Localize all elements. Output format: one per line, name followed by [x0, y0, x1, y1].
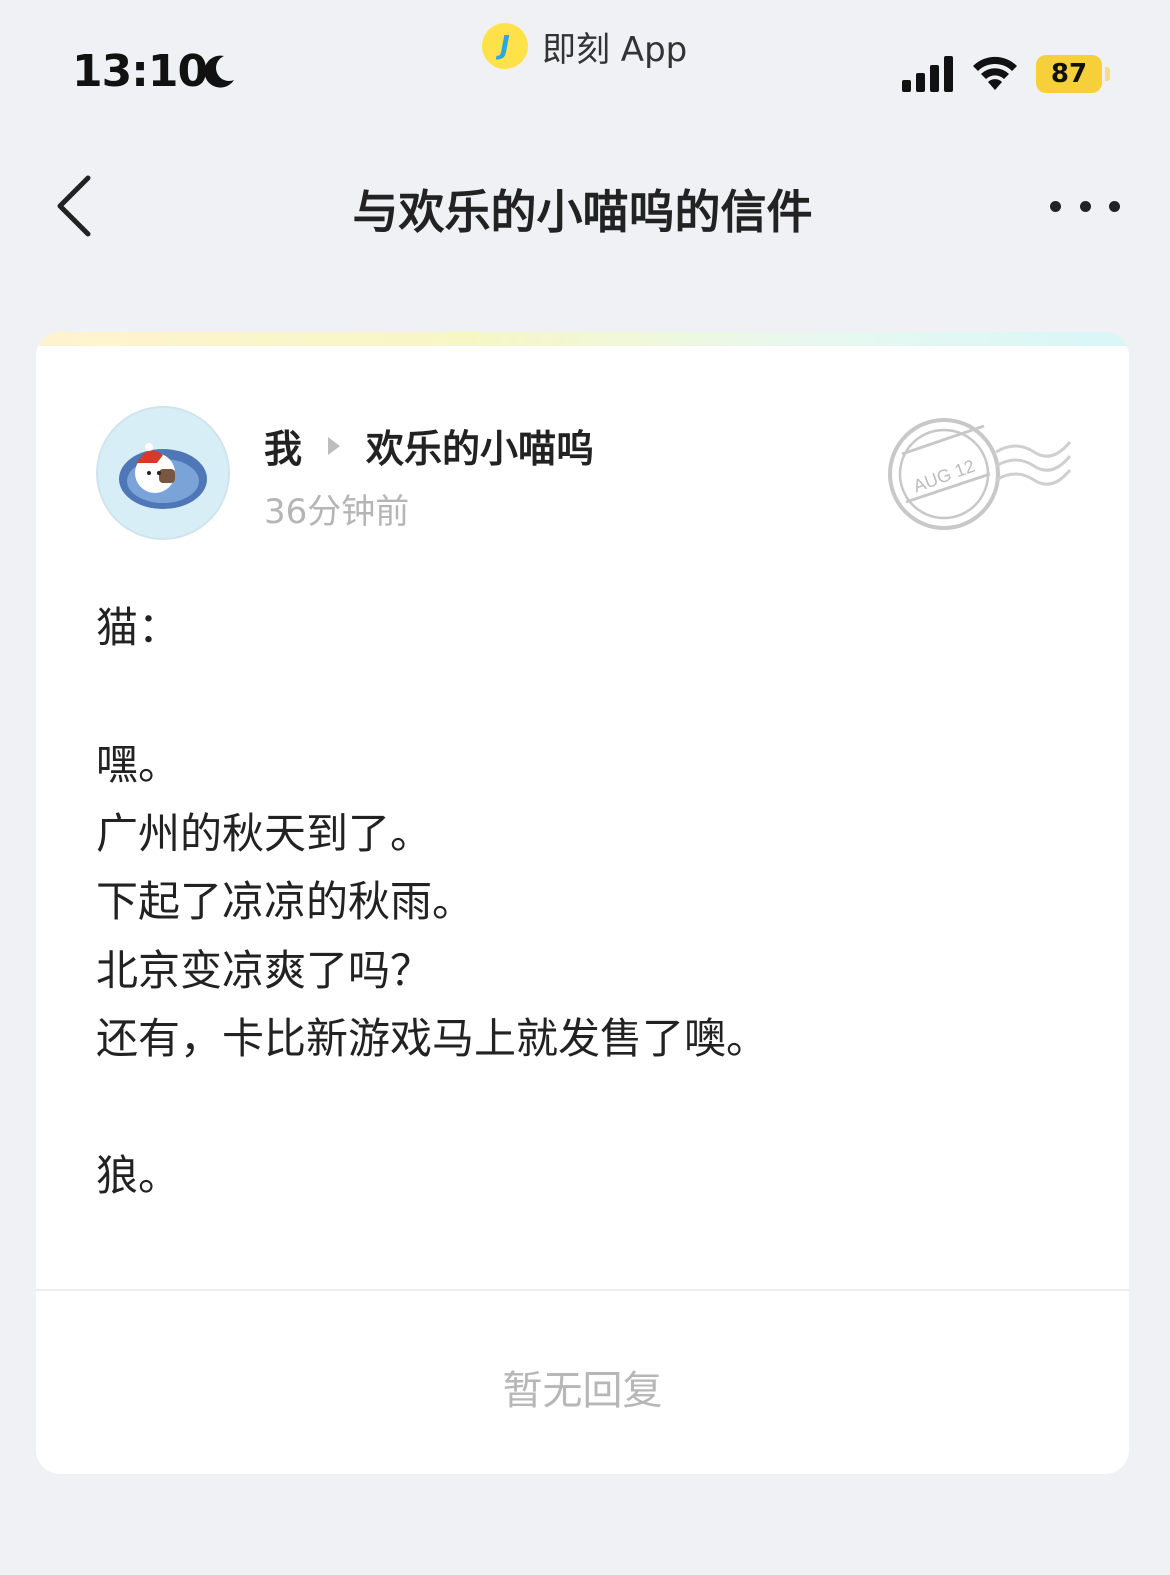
more-icon[interactable] — [1050, 188, 1120, 224]
letter-body: 猫： 嘿。 广州的秋天到了。 下起了凉凉的秋雨。 北京变凉爽了吗？ 还有，卡比新… — [96, 603, 769, 1200]
status-bar: 13:10 J 即刻 App 87 — [0, 0, 1170, 130]
card-top-stripe — [36, 332, 1129, 346]
letter-card: 我 欢乐的小喵呜 36分钟前 AUG 12 猫： 嘿。 广州的秋天到了。 下起了… — [36, 332, 1129, 1474]
more-dot — [1109, 200, 1120, 212]
avatar-cat-icon — [119, 443, 207, 509]
sender-name[interactable]: 我 — [264, 418, 302, 473]
signal-icon — [902, 56, 953, 92]
moon-icon — [204, 55, 234, 88]
recipient-name[interactable]: 欢乐的小喵呜 — [366, 418, 594, 473]
more-dot — [1079, 200, 1091, 212]
wifi-icon — [973, 56, 1017, 90]
avatar[interactable] — [96, 406, 230, 540]
battery-level: 87 — [1050, 59, 1088, 89]
jike-logo-icon: J — [482, 23, 528, 69]
postmark-stamp-icon: AUG 12 — [888, 418, 1072, 530]
source-app-indicator[interactable]: J 即刻 App — [482, 22, 687, 70]
no-reply-text: 暂无回复 — [502, 1368, 663, 1414]
navigation-bar: 与欢乐的小喵呜的信件 — [0, 140, 1170, 270]
status-time: 13:10 — [72, 46, 208, 97]
sender-recipient-line: 我 欢乐的小喵呜 — [264, 418, 594, 473]
page-title: 与欢乐的小喵呜的信件 — [352, 185, 813, 239]
battery-icon: 87 — [1036, 55, 1102, 93]
more-dot — [1050, 200, 1061, 212]
battery-tip — [1105, 67, 1110, 81]
letter-timestamp: 36分钟前 — [264, 492, 410, 532]
divider — [36, 1289, 1129, 1291]
arrow-right-icon — [328, 436, 341, 455]
source-app-label: 即刻 App — [542, 29, 688, 70]
